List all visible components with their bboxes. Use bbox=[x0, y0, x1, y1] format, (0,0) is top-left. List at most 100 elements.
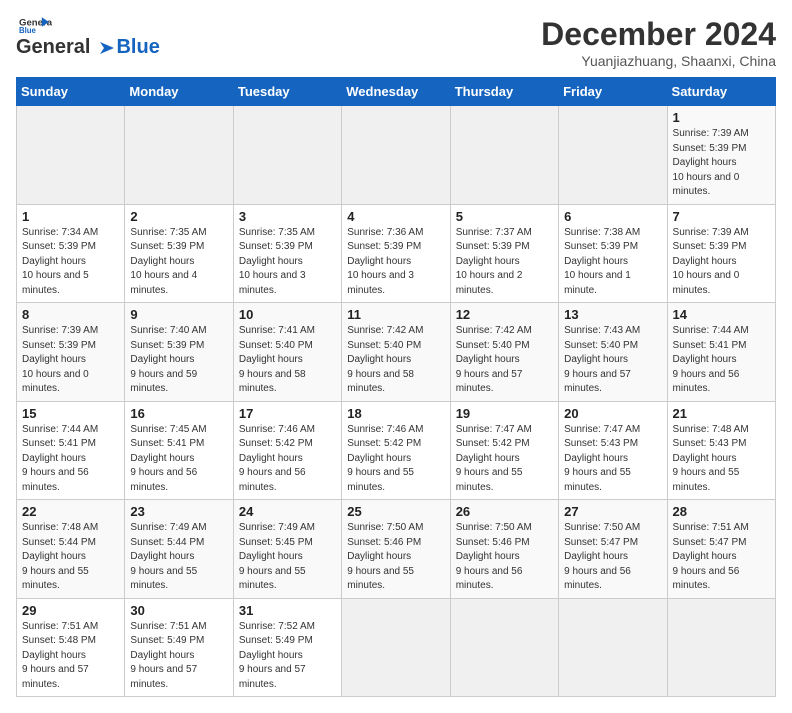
day-number: 23 bbox=[130, 504, 227, 519]
day-number: 1 bbox=[673, 110, 770, 125]
logo-bird-icon bbox=[92, 38, 114, 58]
calendar-week-1: 1 Sunrise: 7:39 AMSunset: 5:39 PMDaylight… bbox=[17, 106, 776, 205]
day-number: 11 bbox=[347, 307, 444, 322]
calendar-cell: 29Sunrise: 7:51 AMSunset: 5:48 PMDayligh… bbox=[17, 598, 125, 697]
day-number: 17 bbox=[239, 406, 336, 421]
weekday-header-row: SundayMondayTuesdayWednesdayThursdayFrid… bbox=[17, 78, 776, 106]
day-info: Sunrise: 7:42 AMSunset: 5:40 PMDaylight … bbox=[456, 324, 553, 397]
svg-text:Blue: Blue bbox=[19, 26, 37, 34]
day-info: Sunrise: 7:37 AMSunset: 5:39 PMDaylight … bbox=[456, 226, 553, 299]
day-number: 9 bbox=[130, 307, 227, 322]
calendar-cell: 28 Sunrise: 7:51 AMSunset: 5:47 PMDayligh… bbox=[667, 500, 775, 599]
day-info: Sunrise: 7:43 AMSunset: 5:40 PMDaylight … bbox=[564, 324, 661, 397]
calendar-week-6: 29Sunrise: 7:51 AMSunset: 5:48 PMDayligh… bbox=[17, 598, 776, 697]
day-number: 15 bbox=[22, 406, 119, 421]
day-info: Sunrise: 7:47 AMSunset: 5:42 PMDaylight … bbox=[456, 423, 553, 496]
calendar-cell: 24 Sunrise: 7:49 AMSunset: 5:45 PMDayligh… bbox=[233, 500, 341, 599]
day-number: 13 bbox=[564, 307, 661, 322]
calendar-cell: 26 Sunrise: 7:50 AMSunset: 5:46 PMDayligh… bbox=[450, 500, 558, 599]
day-info: Sunrise: 7:39 AMSunset: 5:39 PMDaylight … bbox=[673, 226, 770, 299]
day-number: 2 bbox=[130, 209, 227, 224]
calendar-cell bbox=[342, 106, 450, 205]
day-info: Sunrise: 7:42 AMSunset: 5:40 PMDaylight … bbox=[347, 324, 444, 397]
day-info: Sunrise: 7:50 AMSunset: 5:46 PMDaylight … bbox=[456, 521, 553, 594]
calendar-cell bbox=[450, 598, 558, 697]
calendar-cell: 7Sunrise: 7:39 AMSunset: 5:39 PMDaylight… bbox=[667, 204, 775, 303]
day-number: 27 bbox=[564, 504, 661, 519]
day-number: 20 bbox=[564, 406, 661, 421]
day-info: Sunrise: 7:52 AMSunset: 5:49 PMDaylight … bbox=[239, 620, 336, 693]
day-number: 5 bbox=[456, 209, 553, 224]
calendar-table: SundayMondayTuesdayWednesdayThursdayFrid… bbox=[16, 77, 776, 697]
day-info: Sunrise: 7:49 AMSunset: 5:45 PMDaylight … bbox=[239, 521, 336, 594]
calendar-week-5: 22 Sunrise: 7:48 AMSunset: 5:44 PMDayligh… bbox=[17, 500, 776, 599]
day-info: Sunrise: 7:44 AMSunset: 5:41 PMDaylight … bbox=[673, 324, 770, 397]
calendar-cell bbox=[559, 106, 667, 205]
weekday-header-tuesday: Tuesday bbox=[233, 78, 341, 106]
day-info: Sunrise: 7:40 AMSunset: 5:39 PMDaylight … bbox=[130, 324, 227, 397]
calendar-cell: 18Sunrise: 7:46 AMSunset: 5:42 PMDayligh… bbox=[342, 401, 450, 500]
calendar-cell: 17Sunrise: 7:46 AMSunset: 5:42 PMDayligh… bbox=[233, 401, 341, 500]
calendar-cell: 1 Sunrise: 7:39 AMSunset: 5:39 PMDaylight… bbox=[667, 106, 775, 205]
day-info: Sunrise: 7:35 AMSunset: 5:39 PMDaylight … bbox=[239, 226, 336, 299]
calendar-cell bbox=[233, 106, 341, 205]
calendar-cell: 15 Sunrise: 7:44 AMSunset: 5:41 PMDayligh… bbox=[17, 401, 125, 500]
weekday-header-monday: Monday bbox=[125, 78, 233, 106]
calendar-cell bbox=[342, 598, 450, 697]
calendar-cell: 23Sunrise: 7:49 AMSunset: 5:44 PMDayligh… bbox=[125, 500, 233, 599]
calendar-cell: 16Sunrise: 7:45 AMSunset: 5:41 PMDayligh… bbox=[125, 401, 233, 500]
day-number: 26 bbox=[456, 504, 553, 519]
day-info: Sunrise: 7:34 AMSunset: 5:39 PMDaylight … bbox=[22, 226, 119, 299]
calendar-cell: 4Sunrise: 7:36 AMSunset: 5:39 PMDaylight… bbox=[342, 204, 450, 303]
calendar-cell: 19Sunrise: 7:47 AMSunset: 5:42 PMDayligh… bbox=[450, 401, 558, 500]
day-info: Sunrise: 7:36 AMSunset: 5:39 PMDaylight … bbox=[347, 226, 444, 299]
day-info: Sunrise: 7:44 AMSunset: 5:41 PMDaylight … bbox=[22, 423, 119, 496]
day-info: Sunrise: 7:46 AMSunset: 5:42 PMDaylight … bbox=[347, 423, 444, 496]
weekday-header-thursday: Thursday bbox=[450, 78, 558, 106]
day-number: 28 bbox=[673, 504, 770, 519]
day-number: 10 bbox=[239, 307, 336, 322]
day-info: Sunrise: 7:41 AMSunset: 5:40 PMDaylight … bbox=[239, 324, 336, 397]
weekday-header-saturday: Saturday bbox=[667, 78, 775, 106]
calendar-cell bbox=[125, 106, 233, 205]
calendar-cell bbox=[17, 106, 125, 205]
day-info: Sunrise: 7:50 AMSunset: 5:47 PMDaylight … bbox=[564, 521, 661, 594]
calendar-week-3: 8Sunrise: 7:39 AMSunset: 5:39 PMDaylight… bbox=[17, 303, 776, 402]
day-number: 1 bbox=[22, 209, 119, 224]
logo-general: General bbox=[16, 36, 90, 59]
calendar-cell: 22 Sunrise: 7:48 AMSunset: 5:44 PMDayligh… bbox=[17, 500, 125, 599]
day-number: 12 bbox=[456, 307, 553, 322]
day-info: Sunrise: 7:47 AMSunset: 5:43 PMDaylight … bbox=[564, 423, 661, 496]
day-info: Sunrise: 7:51 AMSunset: 5:49 PMDaylight … bbox=[130, 620, 227, 693]
month-title: December 2024 bbox=[541, 16, 776, 53]
page-header: General Blue General Blue December 2024 … bbox=[16, 16, 776, 69]
day-number: 24 bbox=[239, 504, 336, 519]
day-number: 31 bbox=[239, 603, 336, 618]
title-area: December 2024 Yuanjiazhuang, Shaanxi, Ch… bbox=[541, 16, 776, 69]
calendar-cell: 31 Sunrise: 7:52 AMSunset: 5:49 PMDayligh… bbox=[233, 598, 341, 697]
calendar-cell: 5 Sunrise: 7:37 AMSunset: 5:39 PMDaylight… bbox=[450, 204, 558, 303]
calendar-cell: 21Sunrise: 7:48 AMSunset: 5:43 PMDayligh… bbox=[667, 401, 775, 500]
calendar-cell: 25Sunrise: 7:50 AMSunset: 5:46 PMDayligh… bbox=[342, 500, 450, 599]
day-info: Sunrise: 7:39 AMSunset: 5:39 PMDaylight … bbox=[673, 127, 770, 200]
day-info: Sunrise: 7:38 AMSunset: 5:39 PMDaylight … bbox=[564, 226, 661, 299]
day-info: Sunrise: 7:51 AMSunset: 5:48 PMDaylight … bbox=[22, 620, 119, 693]
calendar-cell: 9 Sunrise: 7:40 AMSunset: 5:39 PMDaylight… bbox=[125, 303, 233, 402]
location-text: Yuanjiazhuang, Shaanxi, China bbox=[541, 53, 776, 69]
calendar-cell: 2Sunrise: 7:35 AMSunset: 5:39 PMDaylight… bbox=[125, 204, 233, 303]
calendar-cell: 3 Sunrise: 7:35 AMSunset: 5:39 PMDaylight… bbox=[233, 204, 341, 303]
calendar-cell: 11 Sunrise: 7:42 AMSunset: 5:40 PMDayligh… bbox=[342, 303, 450, 402]
calendar-cell bbox=[559, 598, 667, 697]
weekday-header-wednesday: Wednesday bbox=[342, 78, 450, 106]
calendar-cell: 10 Sunrise: 7:41 AMSunset: 5:40 PMDayligh… bbox=[233, 303, 341, 402]
day-info: Sunrise: 7:48 AMSunset: 5:44 PMDaylight … bbox=[22, 521, 119, 594]
day-info: Sunrise: 7:51 AMSunset: 5:47 PMDaylight … bbox=[673, 521, 770, 594]
calendar-cell: 8Sunrise: 7:39 AMSunset: 5:39 PMDaylight… bbox=[17, 303, 125, 402]
day-number: 22 bbox=[22, 504, 119, 519]
day-info: Sunrise: 7:50 AMSunset: 5:46 PMDaylight … bbox=[347, 521, 444, 594]
day-info: Sunrise: 7:48 AMSunset: 5:43 PMDaylight … bbox=[673, 423, 770, 496]
day-number: 3 bbox=[239, 209, 336, 224]
calendar-cell: 14Sunrise: 7:44 AMSunset: 5:41 PMDayligh… bbox=[667, 303, 775, 402]
calendar-cell: 20 Sunrise: 7:47 AMSunset: 5:43 PMDayligh… bbox=[559, 401, 667, 500]
day-number: 16 bbox=[130, 406, 227, 421]
